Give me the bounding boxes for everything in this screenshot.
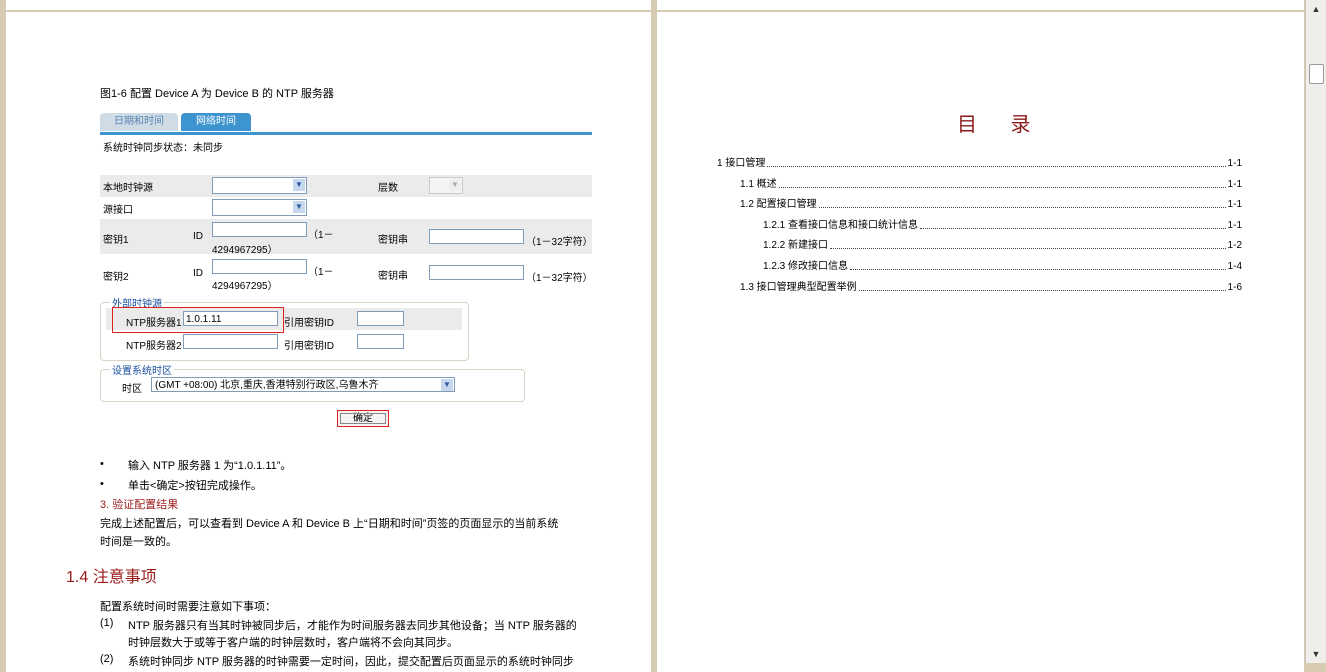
scroll-up-icon[interactable]: ▲ [1308,2,1324,16]
ref-key2-label: 引用密钥ID [284,341,334,352]
ntp-server2-label: NTP服务器2 [126,341,182,352]
toc-entry-page: 1-1 [1227,219,1242,231]
ntp-server1-label: NTP服务器1 [126,318,182,329]
key2-id-range-end: 4294967295） [212,281,278,292]
verify-heading: 3. 验证配置结果 [100,499,179,511]
vertical-scrollbar[interactable]: ▲ ▼ [1305,0,1326,663]
scrollbar-thumb[interactable] [1309,64,1324,84]
stratum-label: 层数 [378,183,398,194]
toc-entry-page: 1-6 [1227,281,1242,293]
toc-entry-page: 1-1 [1227,178,1242,190]
local-clock-select: ▼ [212,177,307,194]
prev-page-strip-right [657,0,1304,10]
bullet-icon: • [100,458,104,470]
section-heading: 1.4 注意事项 [66,569,157,586]
tab-network-time: 网络时间 [181,113,251,131]
ref-key1-label: 引用密钥ID [284,318,334,329]
toc-entry[interactable]: 1.1 概述 1-1 [740,178,1242,192]
key1-id-input [212,222,307,237]
key1-id-label: ID [193,231,203,242]
timezone-value: (GMT +08:00) 北京,重庆,香港特别行政区,乌鲁木齐 [155,380,379,391]
toc-leader-dots [850,260,1226,270]
sync-status: 系统时钟同步状态：未同步 [103,143,223,154]
note2-number: (2) [100,653,114,665]
figure-caption: 图1-6 配置 Device A 为 Device B 的 NTP 服务器 [100,88,334,100]
toc-entry-title: 1.2.2 新建接口 [763,240,829,252]
prev-page-strip-left [6,0,651,10]
bullet-icon: • [100,478,104,490]
toc-entry-title: 1.3 接口管理典型配置举例 [740,281,857,293]
key1-string-label: 密钥串 [378,235,408,246]
key2-string-input [429,265,524,280]
key2-string-label: 密钥串 [378,271,408,282]
key1-id-range: （1－ [308,230,334,241]
scroll-down-icon[interactable]: ▼ [1308,647,1324,661]
ok-button-label: 确定 [353,413,373,424]
toc-entry[interactable]: 1.2.2 新建接口 1-2 [763,239,1242,253]
key1-string-range: （1－32字符） [526,237,593,248]
note1-line2: 时钟层数大于或等于客户端的时钟层数时，客户端将不会向其同步。 [128,637,458,649]
ref-key1-input [357,311,404,326]
ntp-server2-input [183,334,278,349]
toc-leader-dots [818,198,1226,209]
document-page-right: 目 录 1 接口管理 1-1 1.1 概述 1-1 1.2 配置接口管理 1-1 1.2.1… [657,12,1304,672]
toc-entry[interactable]: 1.2.3 修改接口信息 1-4 [763,260,1242,274]
key1-label: 密钥1 [103,235,129,246]
tab-date-time: 日期和时间 [100,113,178,131]
toc-entry-page: 1-1 [1227,158,1242,169]
key2-id-label: ID [193,268,203,279]
toc-title: 目 录 [957,114,1045,136]
note2-line1: 系统时钟同步 NTP 服务器的时钟需要一定时间，因此，提交配置后页面显示的系统时… [128,656,574,668]
ok-button: 确定 [337,410,389,427]
key2-id-range: （1－ [308,267,334,278]
toc-entry[interactable]: 1.2.1 查看接口信息和接口统计信息 1-1 [763,219,1242,233]
timezone-select: (GMT +08:00) 北京,重庆,香港特别行政区,乌鲁木齐 ▼ [151,377,455,392]
figure-tab-bar: 日期和时间 网络时间 [100,110,592,135]
key2-id-input [212,259,307,274]
key2-string-range: （1－32字符） [526,273,593,284]
verify-text-line2: 时间是一致的。 [100,536,177,548]
notes-intro: 配置系统时间时需要注意如下事项： [100,601,276,613]
note1-line1: NTP 服务器只有当其时钟被同步后，才能作为时间服务器去同步其他设备；当 NTP… [128,620,577,632]
chevron-down-icon: ▼ [293,201,305,213]
chevron-down-icon: ▼ [449,179,461,191]
timezone-legend: 设置系统时区 [110,362,174,377]
toc-entry[interactable]: 1.3 接口管理典型配置举例 1-6 [740,281,1242,295]
toc-entry[interactable]: 1.2 配置接口管理 1-1 [740,198,1242,212]
key1-string-input [429,229,524,244]
toc-entry-page: 1-2 [1227,240,1242,252]
ref-key2-input [357,334,404,349]
document-page-left: 图1-6 配置 Device A 为 Device B 的 NTP 服务器 日期… [6,12,651,672]
toc-leader-dots [858,281,1226,291]
bullet-text-1: 输入 NTP 服务器 1 为“1.0.1.11”。 [128,460,292,472]
stratum-select: ▼ [429,177,463,194]
key2-label: 密钥2 [103,272,129,283]
source-iface-select: ▼ [212,199,307,216]
chevron-down-icon: ▼ [293,179,305,191]
note1-number: (1) [100,617,114,629]
toc-leader-dots [778,178,1226,188]
toc-entry-page: 1-4 [1227,261,1242,272]
ntp-server1-input: 1.0.1.11 [183,311,278,326]
toc-entry[interactable]: 1 接口管理 1-1 [717,157,1242,171]
toc-entry-title: 1 接口管理 [717,158,766,169]
toc-entry-title: 1.1 概述 [740,178,777,190]
timezone-label: 时区 [122,384,142,395]
key1-id-range-end: 4294967295） [212,245,278,256]
chevron-down-icon: ▼ [441,379,453,391]
toc-leader-dots [830,239,1226,250]
toc-entry-title: 1.2.1 查看接口信息和接口统计信息 [763,219,919,231]
bullet-text-2: 单击<确定>按钮完成操作。 [128,480,262,492]
form-row-bg [100,175,592,197]
verify-text-line1: 完成上述配置后，可以查看到 Device A 和 Device B 上“日期和时… [100,518,559,530]
toc-leader-dots [920,219,1226,229]
toc-entry-page: 1-1 [1227,199,1242,211]
toc-leader-dots [767,157,1226,167]
toc-entry-title: 1.2 配置接口管理 [740,199,817,211]
local-clock-label: 本地时钟源 [103,183,153,194]
source-iface-label: 源接口 [103,205,133,216]
toc-entry-title: 1.2.3 修改接口信息 [763,261,849,272]
